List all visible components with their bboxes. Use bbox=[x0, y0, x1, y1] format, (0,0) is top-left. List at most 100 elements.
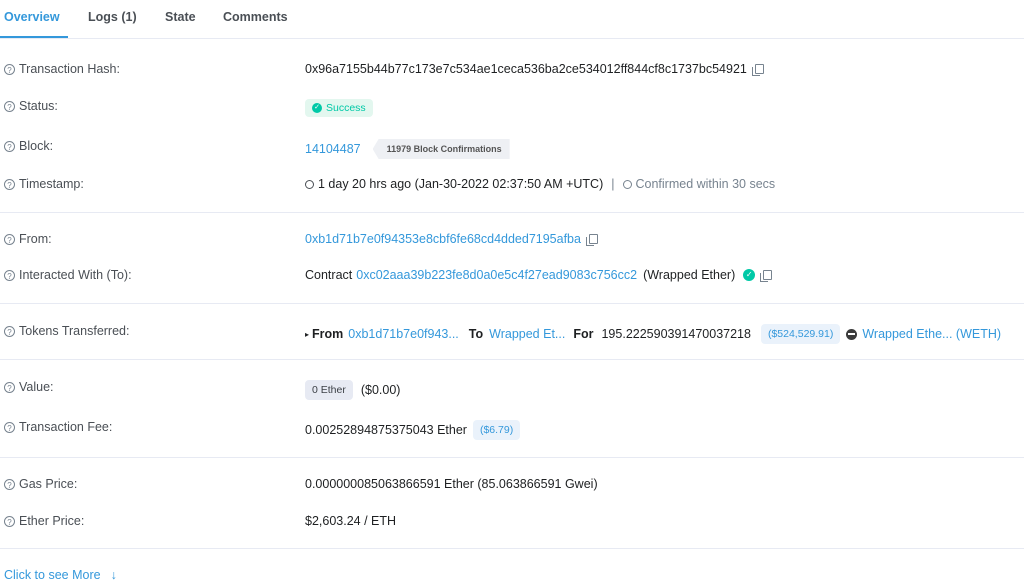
block-value-wrap: 14104487 11979 Block Confirmations bbox=[305, 139, 510, 159]
tab-bar: Overview Logs (1) State Comments bbox=[0, 0, 1024, 39]
block-number-link[interactable]: 14104487 bbox=[305, 142, 361, 156]
caret-right-icon: ▸ bbox=[305, 329, 310, 339]
status-row: ? Status: ✓ Success bbox=[0, 97, 1024, 117]
timestamp-label: Timestamp: bbox=[19, 177, 84, 191]
token-from-label: From bbox=[312, 327, 344, 341]
gas-value-wrap: 0.000000085063866591 Ether (85.063866591… bbox=[305, 477, 598, 491]
arrow-down-icon: ↓ bbox=[110, 568, 117, 582]
tokens-label: Tokens Transferred: bbox=[19, 324, 130, 338]
block-label: Block: bbox=[19, 139, 54, 153]
help-icon: ? bbox=[4, 515, 15, 527]
help-icon: ? bbox=[4, 63, 15, 75]
verified-check-icon: ✓ bbox=[743, 269, 756, 281]
tab-logs[interactable]: Logs (1) bbox=[88, 10, 137, 24]
from-address-link[interactable]: 0xb1d71b7e0f94353e8cbf6fe68cd4dded7195af… bbox=[305, 232, 581, 246]
status-badge: ✓ Success bbox=[305, 99, 373, 117]
status-text: Success bbox=[326, 102, 366, 114]
divider bbox=[0, 359, 1024, 360]
tab-state[interactable]: State bbox=[165, 10, 196, 24]
from-label-wrap: ? From: bbox=[4, 232, 52, 246]
block-row: ? Block: 14104487 11979 Block Confirmation… bbox=[0, 137, 1024, 159]
fee-amount: 0.00252894875375043 Ether bbox=[305, 423, 467, 437]
gas-row: ? Gas Price: 0.000000085063866591 Ether (… bbox=[0, 475, 1024, 495]
ether-price-value-wrap: $2,603.24 / ETH bbox=[305, 514, 396, 528]
status-value-wrap: ✓ Success bbox=[305, 99, 373, 117]
help-icon: ? bbox=[4, 100, 15, 112]
help-icon: ? bbox=[4, 269, 15, 281]
token-name-link[interactable]: Wrapped Ethe... (WETH) bbox=[862, 327, 1001, 341]
confirmations-badge: 11979 Block Confirmations bbox=[372, 139, 510, 159]
value-value-wrap: 0 Ether ($0.00) bbox=[305, 380, 400, 400]
value-label-wrap: ? Value: bbox=[4, 380, 54, 394]
contract-address-link[interactable]: 0xc02aaa39b223fe8d0a0e5c4f27ead9083c756c… bbox=[356, 268, 637, 282]
divider bbox=[0, 457, 1024, 458]
tab-overview[interactable]: Overview bbox=[4, 10, 60, 24]
help-icon: ? bbox=[4, 478, 15, 490]
tx-hash-row: ? Transaction Hash: 0x96a7155b44b77c173e7… bbox=[0, 60, 1024, 80]
tx-hash-label-wrap: ? Transaction Hash: bbox=[4, 62, 120, 76]
copy-icon[interactable] bbox=[751, 64, 764, 76]
help-icon: ? bbox=[4, 421, 15, 433]
clock-icon bbox=[622, 179, 632, 189]
fee-value-wrap: 0.00252894875375043 Ether ($6.79) bbox=[305, 420, 521, 440]
help-icon: ? bbox=[4, 381, 15, 393]
clock-icon bbox=[305, 179, 314, 189]
fee-usd-badge: ($6.79) bbox=[472, 420, 521, 440]
copy-icon[interactable] bbox=[585, 234, 598, 246]
see-more-link[interactable]: Click to see More ↓ bbox=[4, 568, 117, 582]
help-icon: ? bbox=[4, 140, 15, 152]
token-from-link[interactable]: 0xb1d71b7e0f943... bbox=[348, 327, 459, 341]
weth-token-icon bbox=[846, 328, 858, 340]
timestamp-value-wrap: 1 day 20 hrs ago (Jan-30-2022 02:37:50 A… bbox=[305, 177, 775, 191]
from-row: ? From: 0xb1d71b7e0f94353e8cbf6fe68cd4dde… bbox=[0, 230, 1024, 250]
token-amount: 195.222590391470037218 bbox=[601, 327, 751, 341]
tab-comments[interactable]: Comments bbox=[223, 10, 288, 24]
tokens-label-wrap: ? Tokens Transferred: bbox=[4, 324, 129, 338]
timestamp-label-wrap: ? Timestamp: bbox=[4, 177, 84, 191]
active-tab-indicator bbox=[0, 36, 68, 38]
status-label: Status: bbox=[19, 99, 58, 113]
confirmed-within: Confirmed within 30 secs bbox=[635, 177, 776, 191]
value-label: Value: bbox=[19, 380, 54, 394]
gas-label: Gas Price: bbox=[19, 477, 78, 491]
tx-hash-value-wrap: 0x96a7155b44b77c173e7c534ae1ceca536ba2ce… bbox=[305, 62, 764, 76]
status-label-wrap: ? Status: bbox=[4, 99, 58, 113]
check-circle-icon: ✓ bbox=[312, 103, 322, 113]
contract-name: (Wrapped Ether) bbox=[643, 268, 736, 282]
from-label: From: bbox=[19, 232, 52, 246]
divider bbox=[0, 212, 1024, 213]
value-row: ? Value: 0 Ether ($0.00) bbox=[0, 378, 1024, 400]
see-more-label: Click to see More bbox=[4, 568, 101, 582]
gas-value: 0.000000085063866591 Ether (85.063866591… bbox=[305, 477, 598, 491]
fee-label: Transaction Fee: bbox=[19, 420, 113, 434]
ether-price-value: $2,603.24 / ETH bbox=[305, 514, 397, 528]
gas-label-wrap: ? Gas Price: bbox=[4, 477, 77, 491]
help-icon: ? bbox=[4, 325, 15, 337]
block-label-wrap: ? Block: bbox=[4, 139, 53, 153]
to-prefix: Contract bbox=[305, 268, 353, 282]
timestamp-separator: | bbox=[611, 177, 615, 191]
ether-price-label-wrap: ? Ether Price: bbox=[4, 514, 84, 528]
to-label: Interacted With (To): bbox=[19, 268, 132, 282]
value-usd: ($0.00) bbox=[360, 383, 401, 397]
help-icon: ? bbox=[4, 233, 15, 245]
tx-hash-value: 0x96a7155b44b77c173e7c534ae1ceca536ba2ce… bbox=[305, 62, 747, 76]
to-value-wrap: Contract 0xc02aaa39b223fe8d0a0e5c4f27ead9… bbox=[305, 268, 773, 282]
value-amount-badge: 0 Ether bbox=[305, 380, 353, 400]
divider bbox=[0, 548, 1024, 549]
timestamp-value: 1 day 20 hrs ago (Jan-30-2022 02:37:50 A… bbox=[318, 177, 604, 191]
token-to-link[interactable]: Wrapped Et... bbox=[489, 327, 565, 341]
from-value-wrap: 0xb1d71b7e0f94353e8cbf6fe68cd4dded7195af… bbox=[305, 232, 598, 246]
fee-label-wrap: ? Transaction Fee: bbox=[4, 420, 112, 434]
help-icon: ? bbox=[4, 178, 15, 190]
tokens-value-wrap: ▸ From 0xb1d71b7e0f943... To Wrapped Et.… bbox=[305, 324, 1001, 344]
ether-price-row: ? Ether Price: $2,603.24 / ETH bbox=[0, 512, 1024, 532]
to-row: ? Interacted With (To): Contract 0xc02aaa3… bbox=[0, 266, 1024, 286]
copy-icon[interactable] bbox=[760, 270, 773, 282]
token-for-label: For bbox=[573, 327, 594, 341]
tokens-row: ? Tokens Transferred: ▸ From 0xb1d71b7e0f… bbox=[0, 322, 1024, 344]
token-usd-badge: ($524,529.91) bbox=[760, 324, 841, 344]
fee-row: ? Transaction Fee: 0.00252894875375043 Et… bbox=[0, 418, 1024, 440]
divider bbox=[0, 303, 1024, 304]
timestamp-row: ? Timestamp: 1 day 20 hrs ago (Jan-30-202… bbox=[0, 175, 1024, 195]
